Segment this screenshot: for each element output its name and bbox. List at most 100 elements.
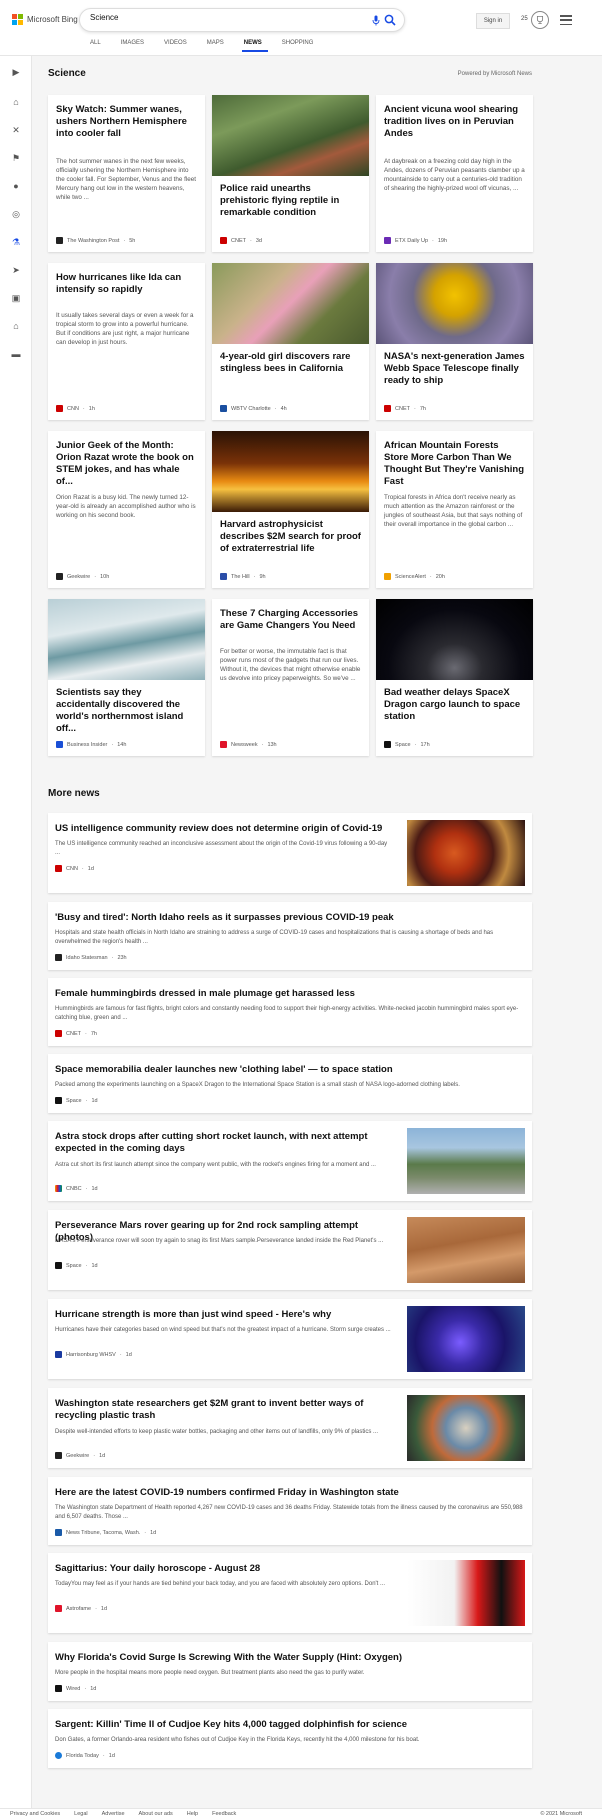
- card-source: Newsweek · 13h: [220, 741, 277, 748]
- news-list-item[interactable]: Sagittarius: Your daily horoscope - Augu…: [48, 1553, 532, 1633]
- news-list-item[interactable]: Space memorabilia dealer launches new 'c…: [48, 1054, 532, 1113]
- item-image-horoscope[interactable]: [407, 1560, 525, 1626]
- card-title[interactable]: Junior Geek of the Month: Orion Razat wr…: [56, 440, 197, 488]
- source-logo-icon: [55, 1185, 62, 1192]
- card-title[interactable]: Police raid unearths prehistoric flying …: [220, 183, 361, 219]
- footer-link-help[interactable]: Help: [187, 1811, 198, 1817]
- item-title[interactable]: Female hummingbirds dressed in male plum…: [55, 988, 525, 1000]
- news-list-item[interactable]: Sargent: Killin' Time II of Cudjoe Key h…: [48, 1709, 532, 1768]
- footer-link-about-ads[interactable]: About our ads: [139, 1811, 173, 1817]
- card-source: ScienceAlert · 20h: [384, 573, 445, 580]
- sign-in-button[interactable]: Sign in: [476, 13, 510, 29]
- item-title[interactable]: Washington state researchers get $2M gra…: [55, 1398, 392, 1422]
- item-title[interactable]: Sagittarius: Your daily horoscope - Augu…: [55, 1563, 392, 1575]
- science-microscope-icon[interactable]: ⚗: [10, 236, 22, 248]
- news-card[interactable]: Harvard astrophysicist describes $2M sea…: [212, 431, 369, 588]
- card-title[interactable]: Ancient vicuna wool shearing tradition l…: [384, 104, 525, 140]
- news-card[interactable]: Scientists say they accidentally discove…: [48, 599, 205, 756]
- card-image-girl-tree[interactable]: [212, 263, 369, 344]
- location-pin-icon[interactable]: ●: [10, 180, 22, 192]
- item-image-mars-surface[interactable]: [407, 1217, 525, 1283]
- card-title[interactable]: Bad weather delays SpaceX Dragon cargo l…: [384, 687, 525, 723]
- card-title[interactable]: How hurricanes like Ida can intensify so…: [56, 272, 197, 296]
- item-title[interactable]: Space memorabilia dealer launches new 'c…: [55, 1064, 525, 1076]
- source-logo-icon: [220, 237, 227, 244]
- tab-news[interactable]: NEWS: [236, 40, 274, 52]
- card-title[interactable]: 4-year-old girl discovers rare stingless…: [220, 351, 361, 375]
- microphone-icon[interactable]: [372, 15, 380, 26]
- source-logo-icon: [220, 405, 227, 412]
- film-icon[interactable]: ▣: [10, 292, 22, 304]
- news-card[interactable]: These 7 Charging Accessories are Game Ch…: [212, 599, 369, 756]
- news-card[interactable]: Junior Geek of the Month: Orion Razat wr…: [48, 431, 205, 588]
- news-list-item[interactable]: US intelligence community review does no…: [48, 813, 532, 893]
- news-list-item[interactable]: Perseverance Mars rover gearing up for 2…: [48, 1210, 532, 1290]
- item-title[interactable]: Hurricane strength is more than just win…: [55, 1309, 392, 1321]
- footer-link-feedback[interactable]: Feedback: [212, 1811, 236, 1817]
- news-card[interactable]: 4-year-old girl discovers rare stingless…: [212, 263, 369, 420]
- card-image-spacex-launch[interactable]: [376, 599, 533, 680]
- item-title[interactable]: Sargent: Killin' Time II of Cudjoe Key h…: [55, 1719, 525, 1731]
- card-title[interactable]: Scientists say they accidentally discove…: [56, 687, 197, 735]
- item-title[interactable]: 'Busy and tired': North Idaho reels as i…: [55, 912, 525, 924]
- item-title[interactable]: Why Florida's Covid Surge Is Screwing Wi…: [55, 1652, 525, 1664]
- flag-icon[interactable]: ⚑: [10, 152, 22, 164]
- card-image-pterosaur[interactable]: [212, 95, 369, 176]
- item-source: CNBC · 1d: [55, 1185, 98, 1192]
- tab-maps[interactable]: MAPS: [199, 40, 236, 52]
- rocket-icon[interactable]: ➤: [10, 264, 22, 276]
- search-icon[interactable]: [384, 14, 396, 26]
- news-list-item[interactable]: 'Busy and tired': North Idaho reels as i…: [48, 902, 532, 970]
- source-logo-icon: [55, 865, 62, 872]
- footer-link-legal[interactable]: Legal: [74, 1811, 87, 1817]
- card-icon[interactable]: ▬: [10, 348, 22, 360]
- news-list-item[interactable]: Washington state researchers get $2M gra…: [48, 1388, 532, 1468]
- globe-icon[interactable]: ◎: [10, 208, 22, 220]
- news-card[interactable]: Police raid unearths prehistoric flying …: [212, 95, 369, 252]
- card-title[interactable]: NASA's next-generation James Webb Space …: [384, 351, 525, 387]
- card-title[interactable]: Harvard astrophysicist describes $2M sea…: [220, 519, 361, 555]
- news-list-item[interactable]: Female hummingbirds dressed in male plum…: [48, 978, 532, 1046]
- item-title[interactable]: US intelligence community review does no…: [55, 823, 392, 835]
- powered-by: Powered by Microsoft News: [457, 71, 532, 77]
- card-title[interactable]: Sky Watch: Summer wanes, ushers Northern…: [56, 104, 197, 140]
- item-image-plastic-trash[interactable]: [407, 1395, 525, 1461]
- news-card[interactable]: African Mountain Forests Store More Carb…: [376, 431, 533, 588]
- tab-all[interactable]: ALL: [82, 40, 113, 52]
- footer-link-advertise[interactable]: Advertise: [102, 1811, 125, 1817]
- footer-link-privacy[interactable]: Privacy and Cookies: [10, 1811, 60, 1817]
- item-image-rocket-pad[interactable]: [407, 1128, 525, 1194]
- menu-icon[interactable]: [560, 15, 572, 25]
- item-image-hurricane-radar[interactable]: [407, 1306, 525, 1372]
- expand-arrow-icon[interactable]: ▶: [10, 66, 22, 78]
- news-card[interactable]: Sky Watch: Summer wanes, ushers Northern…: [48, 95, 205, 252]
- rewards-count[interactable]: 25: [521, 16, 528, 22]
- news-list-item[interactable]: Why Florida's Covid Surge Is Screwing Wi…: [48, 1642, 532, 1701]
- news-card[interactable]: Bad weather delays SpaceX Dragon cargo l…: [376, 599, 533, 756]
- news-card[interactable]: Ancient vicuna wool shearing tradition l…: [376, 95, 533, 252]
- news-list-item[interactable]: Here are the latest COVID-19 numbers con…: [48, 1477, 532, 1545]
- card-image-telescope-sunset[interactable]: [212, 431, 369, 512]
- sports-icon[interactable]: ✕: [10, 124, 22, 136]
- bing-logo[interactable]: Microsoft Bing: [12, 14, 78, 25]
- news-list-item[interactable]: Hurricane strength is more than just win…: [48, 1299, 532, 1379]
- tab-shopping[interactable]: SHOPPING: [274, 40, 326, 52]
- item-image-virus[interactable]: [407, 820, 525, 886]
- card-title[interactable]: African Mountain Forests Store More Carb…: [384, 440, 525, 488]
- search-input[interactable]: [90, 13, 340, 22]
- home-icon[interactable]: ⌂: [10, 96, 22, 108]
- card-title[interactable]: These 7 Charging Accessories are Game Ch…: [220, 608, 361, 632]
- item-title[interactable]: Here are the latest COVID-19 numbers con…: [55, 1487, 525, 1499]
- card-image-webb-telescope[interactable]: [376, 263, 533, 344]
- news-card[interactable]: How hurricanes like Ida can intensify so…: [48, 263, 205, 420]
- item-source: Space · 1d: [55, 1262, 98, 1269]
- rewards-trophy-icon[interactable]: [531, 11, 549, 29]
- news-list-item[interactable]: Astra stock drops after cutting short ro…: [48, 1121, 532, 1201]
- card-image-arctic-island[interactable]: [48, 599, 205, 680]
- tab-videos[interactable]: VIDEOS: [156, 40, 199, 52]
- item-title[interactable]: Astra stock drops after cutting short ro…: [55, 1131, 392, 1155]
- bank-icon[interactable]: ⌂: [10, 320, 22, 332]
- source-logo-icon: [55, 1685, 62, 1692]
- tab-images[interactable]: IMAGES: [113, 40, 156, 52]
- news-card[interactable]: NASA's next-generation James Webb Space …: [376, 263, 533, 420]
